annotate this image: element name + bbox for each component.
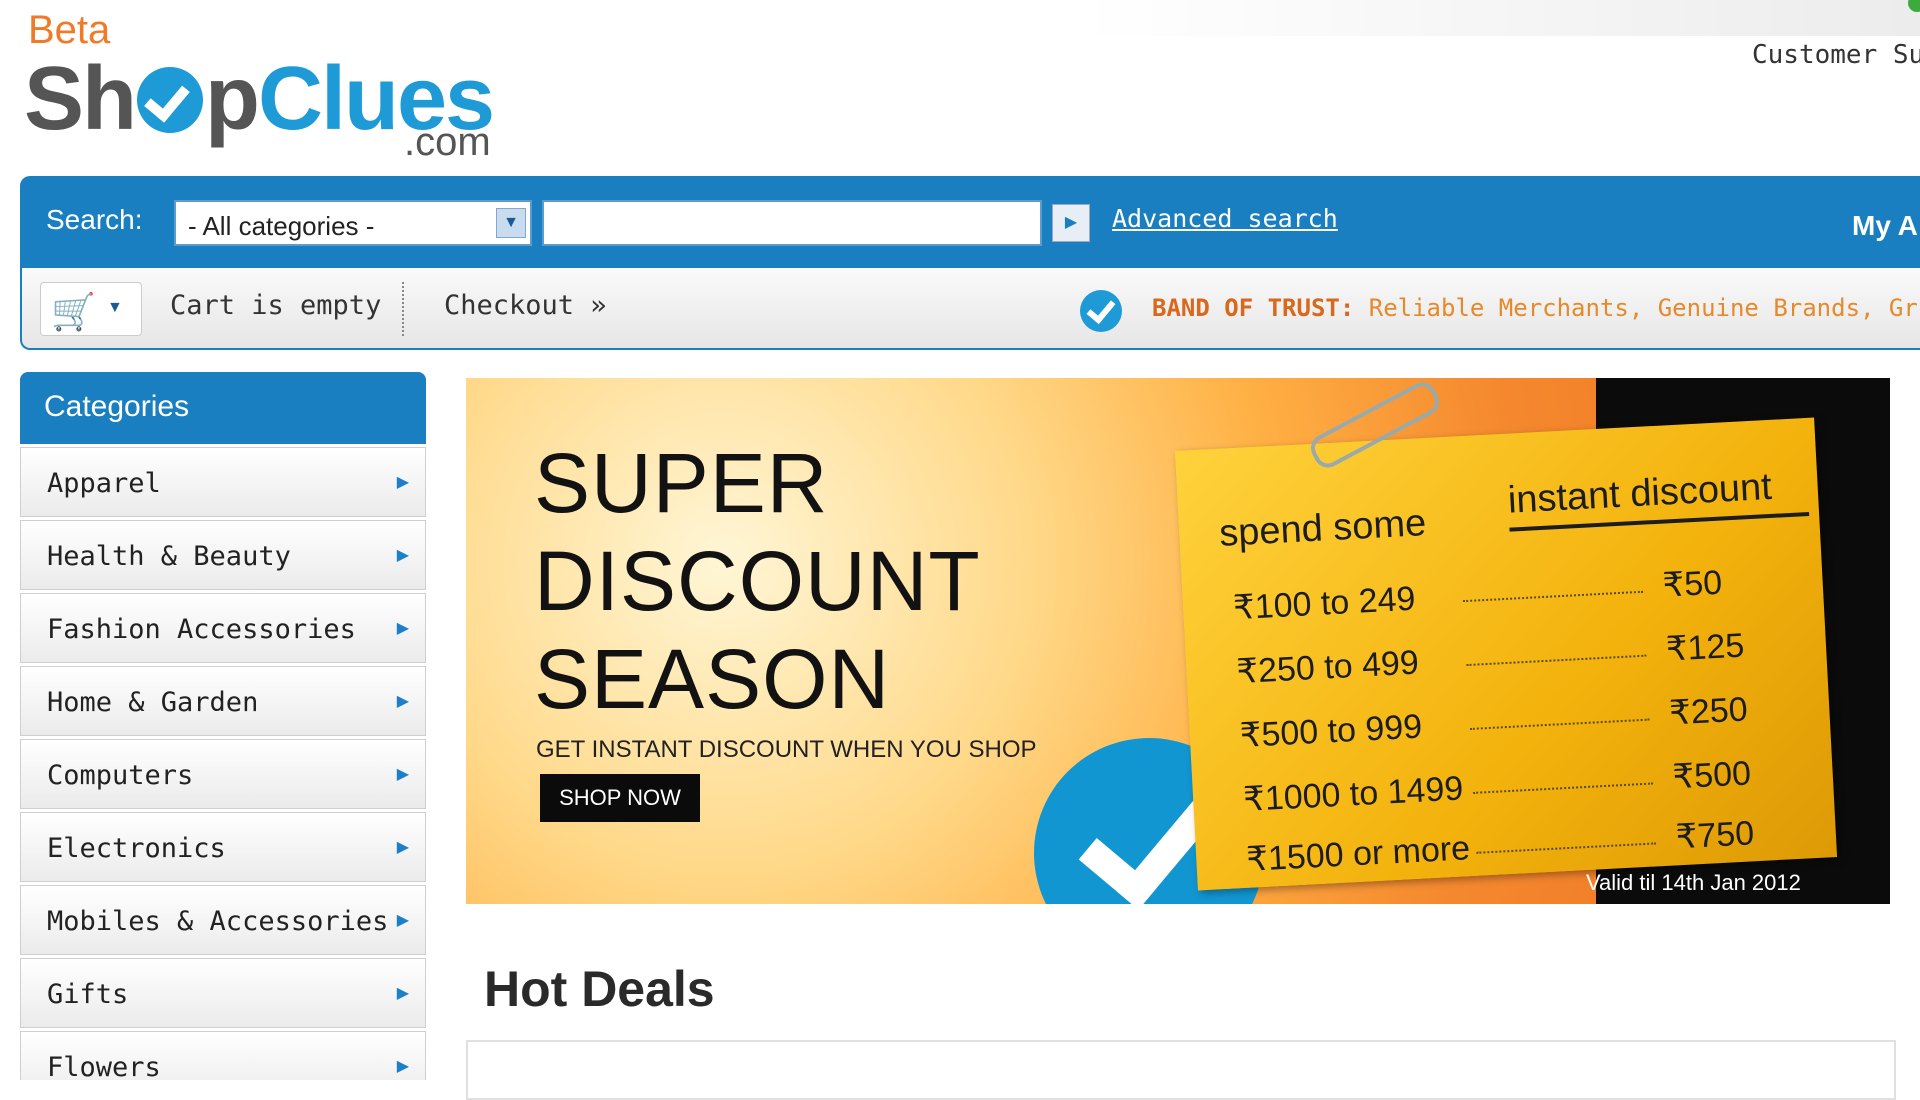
- caret-down-icon: ▼: [107, 299, 123, 316]
- price-range: ₹250 to 499: [1235, 643, 1420, 692]
- sidebar-item-label: Health & Beauty: [47, 541, 291, 572]
- my-account-link[interactable]: My A: [1852, 210, 1918, 242]
- discount-price-card: spend some instant discount ₹100 to 249 …: [1174, 417, 1838, 891]
- shopclues-logo[interactable]: Beta Sh pClues .com: [24, 8, 524, 164]
- dotted-leader: [1469, 718, 1650, 730]
- check-badge-icon: [1080, 290, 1122, 332]
- sidebar-item-flowers[interactable]: Flowers ▶: [20, 1031, 426, 1080]
- band-of-trust-text[interactable]: BAND OF TRUST: Reliable Merchants, Genui…: [1152, 294, 1918, 322]
- arrow-right-icon: ▶: [396, 620, 409, 637]
- checkout-link[interactable]: Checkout »: [444, 290, 607, 321]
- top-bar-fade: [1080, 0, 1920, 36]
- banner-title-line: DISCOUNT: [534, 534, 981, 628]
- arrow-right-icon: ▶: [396, 1058, 409, 1075]
- hot-deals-title: Hot Deals: [484, 961, 715, 1017]
- banner-title: SUPER DISCOUNT SEASON: [534, 434, 1054, 728]
- price-discount: ₹50: [1661, 563, 1724, 605]
- search-label: Search:: [46, 204, 143, 235]
- banner-title-line: SEASON: [534, 632, 891, 726]
- sidebar-item-label: Apparel: [47, 468, 161, 499]
- arrow-right-icon: ▶: [396, 693, 409, 710]
- dotted-leader: [1466, 654, 1647, 667]
- price-discount: ₹500: [1671, 754, 1752, 797]
- search-input[interactable]: [542, 200, 1042, 246]
- sidebar-item-label: Home & Garden: [47, 687, 259, 718]
- arrow-right-icon: ▶: [396, 912, 409, 929]
- arrow-right-icon: ▶: [396, 839, 409, 856]
- price-range: ₹1500 or more: [1245, 829, 1471, 879]
- sidebar-item-label: Mobiles & Accessories: [47, 906, 389, 937]
- price-discount: ₹250: [1668, 690, 1749, 733]
- cart-status: Cart is empty: [170, 290, 382, 321]
- logo-check-icon: [137, 67, 204, 133]
- sidebar-item-electronics[interactable]: Electronics ▶: [20, 812, 426, 882]
- categories-title: Categories: [20, 372, 426, 444]
- sidebar-item-fashion-accessories[interactable]: Fashion Accessories ▶: [20, 593, 426, 663]
- logo-com-text: .com: [404, 120, 491, 164]
- chevron-down-icon[interactable]: ▼: [496, 208, 526, 238]
- sidebar-item-label: Fashion Accessories: [47, 614, 356, 645]
- sidebar-item-label: Flowers: [47, 1052, 161, 1080]
- banner-title-line: SUPER: [534, 436, 829, 530]
- price-discount: ₹125: [1664, 626, 1746, 669]
- logo-p-text: p: [205, 49, 260, 149]
- logo-sh-text: Sh: [24, 49, 137, 149]
- sidebar-item-computers[interactable]: Computers ▶: [20, 739, 426, 809]
- customer-support-link[interactable]: Customer Su: [1752, 40, 1920, 70]
- cart-icon: 🛒: [51, 291, 96, 332]
- advanced-search-link[interactable]: Advanced search: [1112, 204, 1338, 233]
- header: Customer Su Beta Sh pClues .com: [0, 0, 1920, 175]
- sidebar-item-gifts[interactable]: Gifts ▶: [20, 958, 426, 1028]
- arrow-right-icon: ▶: [396, 474, 409, 491]
- dotted-leader: [1473, 782, 1654, 794]
- cart-button[interactable]: 🛒 ▼: [40, 282, 142, 336]
- shop-now-button[interactable]: SHOP NOW: [540, 774, 700, 822]
- cart-bar: 🛒 ▼ Cart is empty Checkout » BAND OF TRU…: [20, 268, 1920, 350]
- sidebar-item-label: Gifts: [47, 979, 129, 1010]
- sidebar-item-apparel[interactable]: Apparel ▶: [20, 447, 426, 517]
- sidebar-item-mobiles-accessories[interactable]: Mobiles & Accessories ▶: [20, 885, 426, 955]
- search-go-button[interactable]: ▶: [1052, 204, 1090, 242]
- dotted-leader: [1476, 842, 1657, 854]
- category-select-value: - All categories -: [188, 211, 375, 241]
- sidebar-item-health-beauty[interactable]: Health & Beauty ▶: [20, 520, 426, 590]
- promo-banner[interactable]: SUPER DISCOUNT SEASON GET INSTANT DISCOU…: [466, 378, 1890, 904]
- band-of-trust-body: Reliable Merchants, Genuine Brands, Gr: [1354, 294, 1918, 322]
- arrow-right-icon: ▶: [396, 547, 409, 564]
- logo-beta-label: Beta: [28, 8, 111, 52]
- card-head-spend: spend some: [1218, 502, 1428, 555]
- cart-divider: [402, 282, 404, 336]
- card-head-discount: instant discount: [1506, 465, 1773, 522]
- price-range: ₹500 to 999: [1238, 707, 1424, 756]
- sidebar-item-home-garden[interactable]: Home & Garden ▶: [20, 666, 426, 736]
- offer-valid-text: Valid til 14th Jan 2012: [1586, 870, 1801, 895]
- price-range: ₹1000 to 1499: [1242, 769, 1465, 819]
- band-of-trust-title: BAND OF TRUST:: [1152, 294, 1355, 322]
- categories-sidebar: Categories Apparel ▶ Health & Beauty ▶ F…: [20, 372, 426, 1080]
- sidebar-item-label: Electronics: [47, 833, 226, 864]
- hot-deals-container: [466, 1040, 1896, 1100]
- dotted-leader: [1463, 590, 1643, 603]
- sidebar-item-label: Computers: [47, 760, 194, 791]
- price-range: ₹100 to 249: [1232, 579, 1417, 628]
- category-select[interactable]: - All categories - ▼: [174, 200, 532, 246]
- arrow-right-icon: ▶: [396, 985, 409, 1002]
- price-discount: ₹750: [1674, 814, 1756, 857]
- arrow-right-icon: ▶: [396, 766, 409, 783]
- search-bar: Search: - All categories - ▼ ▶ Advanced …: [20, 176, 1920, 268]
- banner-subtitle: GET INSTANT DISCOUNT WHEN YOU SHOP: [536, 736, 1037, 763]
